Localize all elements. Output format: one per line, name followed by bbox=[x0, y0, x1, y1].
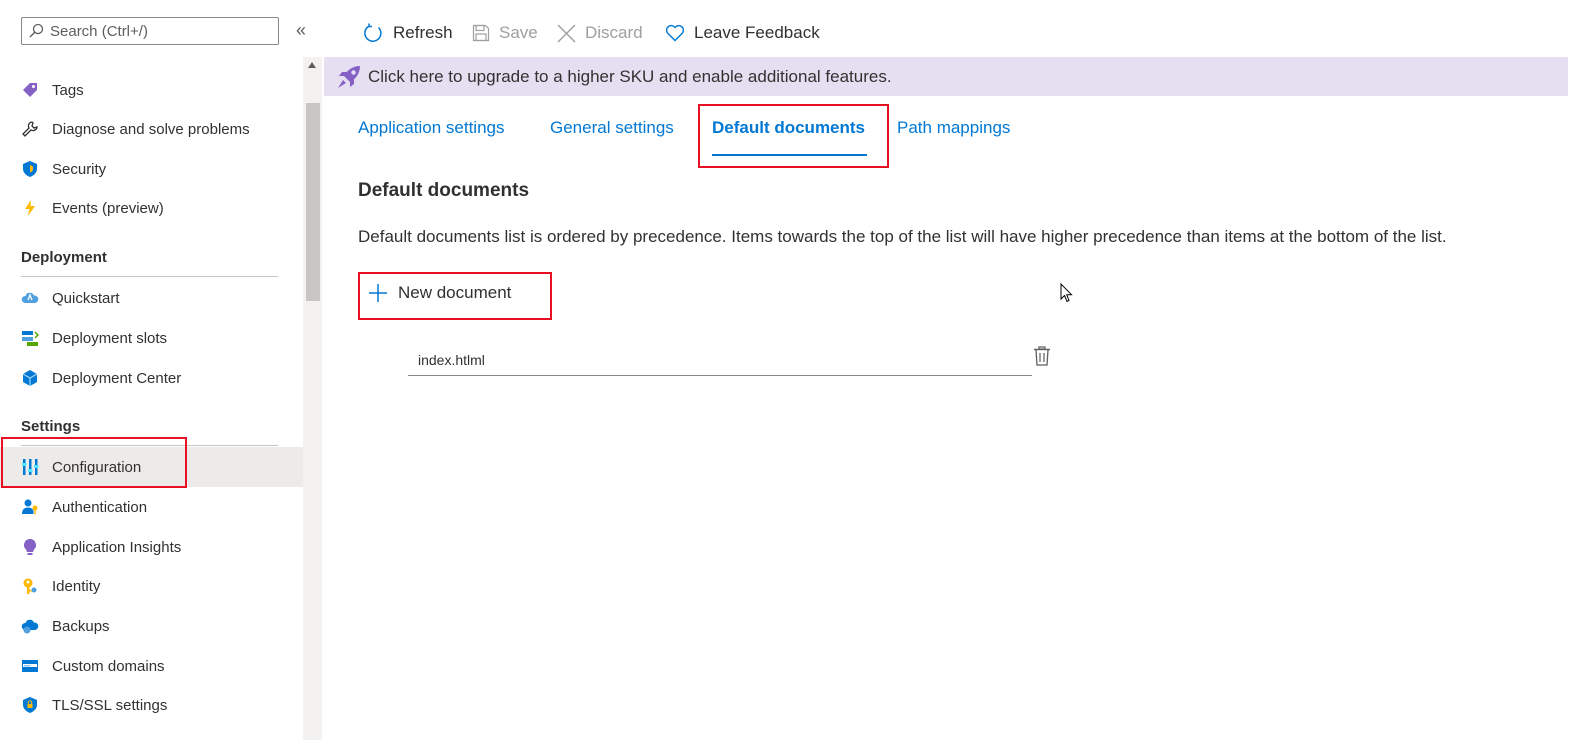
sidebar-item-label: Identity bbox=[52, 577, 101, 595]
sidebar-item-deployment-center[interactable]: Deployment Center bbox=[0, 358, 303, 398]
heart-icon bbox=[665, 24, 685, 42]
sidebar-item-identity[interactable]: Identity bbox=[0, 566, 303, 606]
sidebar-item-label: Custom domains bbox=[52, 657, 165, 675]
highlight-default-documents-tab bbox=[698, 104, 889, 168]
sidebar-item-label: Authentication bbox=[52, 498, 148, 516]
refresh-icon bbox=[363, 23, 384, 44]
lightbulb-icon bbox=[21, 538, 39, 556]
section-title-deployment: Deployment bbox=[21, 249, 107, 266]
save-button[interactable]: Save bbox=[472, 18, 538, 48]
page-title: Default documents bbox=[358, 180, 530, 201]
cloud-backup-icon bbox=[21, 617, 39, 635]
default-document-field[interactable]: index.htlml bbox=[408, 344, 1032, 376]
svg-text:www: www bbox=[24, 664, 31, 668]
lightning-icon bbox=[21, 199, 39, 217]
close-icon bbox=[557, 24, 576, 43]
sidebar-item-backups[interactable]: Backups bbox=[0, 606, 303, 646]
sidebar-item-label: Quickstart bbox=[52, 289, 120, 307]
slots-icon bbox=[21, 329, 39, 347]
sidebar-item-label: TLS/SSL settings bbox=[52, 696, 168, 714]
default-document-value: index.htlml bbox=[418, 351, 485, 368]
rocket-icon bbox=[338, 65, 360, 88]
sidebar-item-label: Backups bbox=[52, 617, 110, 635]
leave-feedback-label: Leave Feedback bbox=[694, 23, 820, 42]
sidebar-item-tags[interactable]: Tags bbox=[0, 70, 303, 110]
scrollbar-thumb[interactable] bbox=[306, 103, 320, 301]
tag-icon bbox=[21, 81, 39, 99]
section-divider bbox=[21, 276, 278, 277]
sidebar-item-deployment-slots[interactable]: Deployment slots bbox=[0, 318, 303, 358]
sidebar-item-diagnose[interactable]: Diagnose and solve problems bbox=[0, 109, 303, 149]
sidebar-item-quickstart[interactable]: Quickstart bbox=[0, 278, 303, 318]
upgrade-banner-text: Click here to upgrade to a higher SKU an… bbox=[368, 66, 892, 86]
leave-feedback-button[interactable]: Leave Feedback bbox=[665, 18, 820, 48]
sidebar-item-label: Security bbox=[52, 160, 107, 178]
wrench-icon bbox=[21, 120, 39, 138]
sidebar-item-label: Events (preview) bbox=[52, 199, 164, 217]
refresh-button[interactable]: Refresh bbox=[363, 18, 453, 48]
sidebar-item-tls-ssl[interactable]: TLS/SSL settings bbox=[0, 685, 303, 725]
refresh-label: Refresh bbox=[393, 23, 453, 42]
save-label: Save bbox=[499, 23, 538, 42]
shield-icon bbox=[21, 160, 39, 178]
sidebar-item-label: Tags bbox=[52, 81, 84, 99]
sidebar-item-authentication[interactable]: Authentication bbox=[0, 487, 303, 527]
sidebar-item-label: Diagnose and solve problems bbox=[52, 120, 250, 138]
domain-icon: www bbox=[21, 657, 39, 675]
sidebar-item-custom-domains[interactable]: www Custom domains bbox=[0, 646, 303, 686]
cube-icon bbox=[21, 369, 39, 387]
search-input[interactable]: Search (Ctrl+/) bbox=[21, 17, 279, 45]
sidebar-item-security[interactable]: Security bbox=[0, 149, 303, 189]
sidebar-item-label: Application Insights bbox=[52, 538, 182, 556]
save-icon bbox=[472, 24, 490, 42]
discard-button[interactable]: Discard bbox=[557, 18, 643, 48]
delete-document-button[interactable] bbox=[1033, 346, 1051, 371]
highlight-configuration bbox=[1, 437, 187, 488]
key-icon bbox=[21, 577, 39, 595]
discard-label: Discard bbox=[585, 23, 643, 42]
cloud-icon bbox=[21, 289, 39, 307]
tab-path-mappings[interactable]: Path mappings bbox=[897, 118, 1010, 138]
section-title-settings: Settings bbox=[21, 418, 81, 435]
trash-icon bbox=[1034, 346, 1050, 366]
shield-lock-icon bbox=[21, 696, 39, 714]
upgrade-banner[interactable]: Click here to upgrade to a higher SKU an… bbox=[324, 57, 1568, 96]
sidebar-item-label: Deployment slots bbox=[52, 329, 168, 347]
sidebar-item-label: Deployment Center bbox=[52, 369, 182, 387]
tab-general-settings[interactable]: General settings bbox=[550, 118, 674, 138]
highlight-new-document bbox=[358, 272, 552, 320]
tab-application-settings[interactable]: Application settings bbox=[358, 118, 504, 138]
sidebar-item-application-insights[interactable]: Application Insights bbox=[0, 527, 303, 567]
mouse-cursor-icon bbox=[1060, 282, 1074, 308]
scroll-up-arrow-icon[interactable] bbox=[308, 62, 316, 68]
person-key-icon bbox=[21, 498, 39, 516]
description-text: Default documents list is ordered by pre… bbox=[358, 227, 1447, 246]
search-placeholder: Search (Ctrl+/) bbox=[50, 22, 148, 40]
sidebar: Search (Ctrl+/) « Tags Diagnose and solv… bbox=[0, 0, 322, 740]
sidebar-item-events[interactable]: Events (preview) bbox=[0, 188, 303, 228]
collapse-sidebar-button[interactable]: « bbox=[296, 20, 306, 41]
search-icon bbox=[29, 23, 44, 38]
